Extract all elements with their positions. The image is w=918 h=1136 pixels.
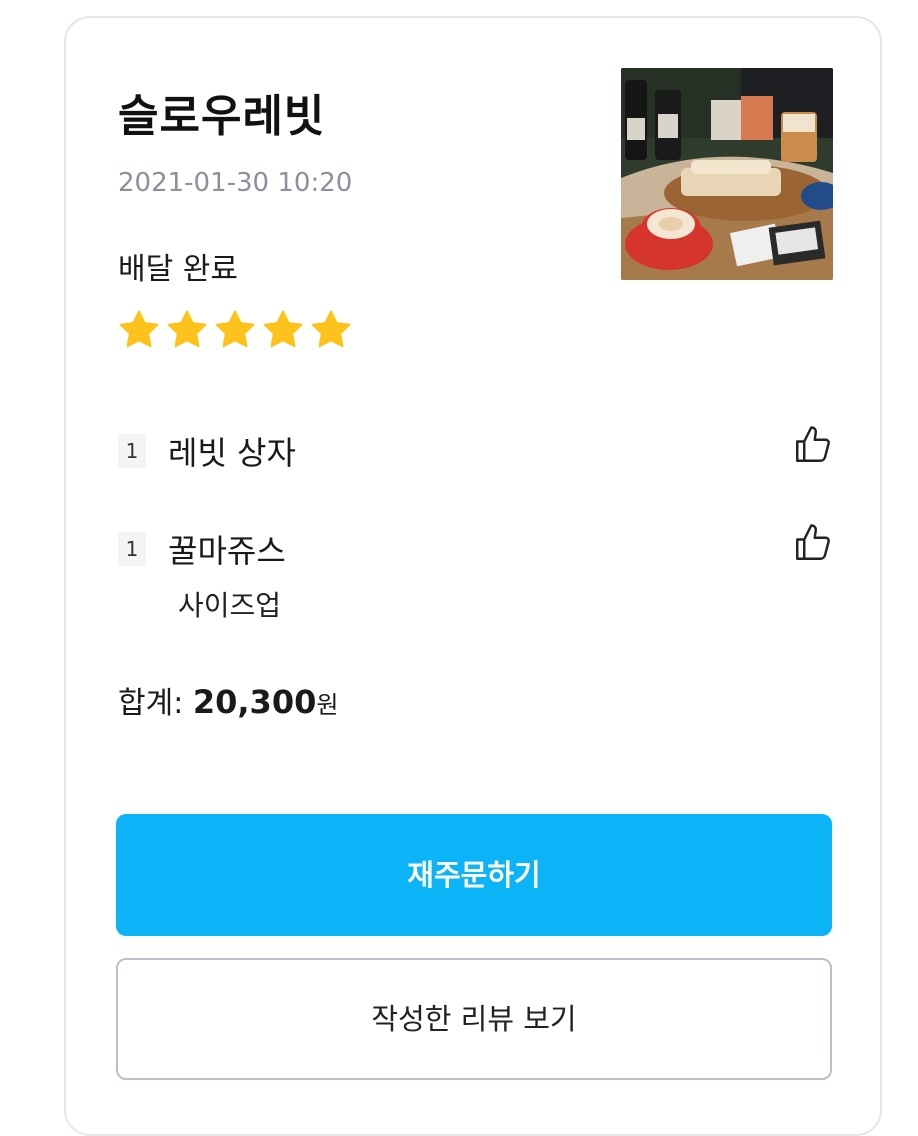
total-label: 합계: [118,686,184,721]
item-quantity: 1 [118,434,146,468]
order-item-row: 1 꿀마쥬스 [118,522,832,582]
star-icon [119,310,159,348]
total-unit: 원 [316,691,339,719]
total-amount: 20,300 [192,683,317,721]
store-name[interactable]: 슬로우레빗 [118,80,325,144]
item-option: 사이즈업 [178,589,282,622]
thumbs-up-icon[interactable] [792,424,834,466]
star-icon [215,310,255,348]
order-item-row: 1 레빗 상자 [118,424,832,484]
item-quantity: 1 [118,532,146,566]
order-status: 배달 완료 [118,252,238,287]
item-name: 레빗 상자 [168,434,296,472]
thumbs-up-icon[interactable] [792,522,834,564]
order-card: 슬로우레빗 2021-01-30 10:20 배달 완료 1 레빗 상자 1 꿀… [64,16,882,1136]
view-review-button[interactable]: 작성한 리뷰 보기 [116,958,832,1080]
store-thumbnail[interactable] [621,68,833,280]
star-rating [116,308,354,352]
star-icon [263,310,303,348]
order-total: 합계: 20,300원 [118,678,338,722]
order-date: 2021-01-30 10:20 [118,168,353,198]
star-icon [311,310,351,348]
item-name: 꿀마쥬스 [168,532,286,570]
reorder-button[interactable]: 재주문하기 [116,814,832,936]
star-icon [167,310,207,348]
store-food-photo-icon [621,68,833,280]
